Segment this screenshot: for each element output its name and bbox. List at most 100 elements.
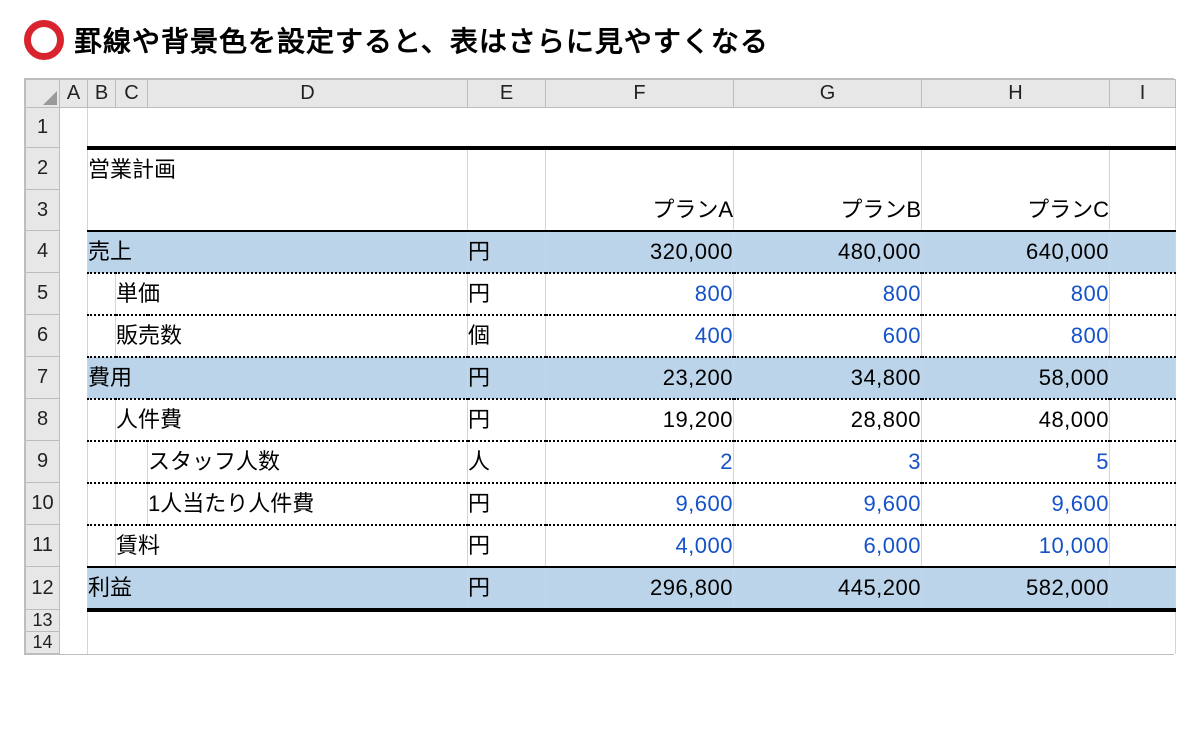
cell-A3[interactable] bbox=[60, 190, 88, 231]
cell-label-percap[interactable]: 1人当たり人件費 bbox=[148, 483, 468, 525]
cell-label-qty[interactable]: 販売数 bbox=[116, 315, 468, 357]
cell-title[interactable]: 営業計画 bbox=[88, 148, 468, 190]
cell-H12[interactable]: 582,000 bbox=[922, 567, 1110, 610]
select-all-corner[interactable] bbox=[26, 80, 60, 108]
cell-I2[interactable] bbox=[1110, 148, 1176, 190]
cell-plan-a[interactable]: プランA bbox=[546, 190, 734, 231]
cell-E2[interactable] bbox=[468, 148, 546, 190]
cell-plan-b[interactable]: プランB bbox=[734, 190, 922, 231]
cell-G7[interactable]: 34,800 bbox=[734, 357, 922, 399]
cell-A13[interactable] bbox=[60, 610, 88, 632]
cell-F11[interactable]: 4,000 bbox=[546, 525, 734, 567]
cell-H11[interactable]: 10,000 bbox=[922, 525, 1110, 567]
row-header-5[interactable]: 5 bbox=[26, 273, 60, 315]
cell-label-price[interactable]: 単価 bbox=[116, 273, 468, 315]
cell-G9[interactable]: 3 bbox=[734, 441, 922, 483]
cell-E3[interactable] bbox=[468, 190, 546, 231]
cell-A7[interactable] bbox=[60, 357, 88, 399]
cell-H8[interactable]: 48,000 bbox=[922, 399, 1110, 441]
row-header-13[interactable]: 13 bbox=[26, 610, 60, 632]
cell-F5[interactable]: 800 bbox=[546, 273, 734, 315]
cell-unit-profit[interactable]: 円 bbox=[468, 567, 546, 610]
cell-unit-staff[interactable]: 人 bbox=[468, 441, 546, 483]
cell-unit-qty[interactable]: 個 bbox=[468, 315, 546, 357]
cell-G11[interactable]: 6,000 bbox=[734, 525, 922, 567]
col-header-C[interactable]: C bbox=[116, 80, 148, 108]
cell-B5[interactable] bbox=[88, 273, 116, 315]
cell-A6[interactable] bbox=[60, 315, 88, 357]
row-header-6[interactable]: 6 bbox=[26, 315, 60, 357]
cell-G10[interactable]: 9,600 bbox=[734, 483, 922, 525]
cell-I5[interactable] bbox=[1110, 273, 1176, 315]
cell-unit-sales[interactable]: 円 bbox=[468, 231, 546, 273]
cell-F6[interactable]: 400 bbox=[546, 315, 734, 357]
row-header-14[interactable]: 14 bbox=[26, 632, 60, 654]
cell-A4[interactable] bbox=[60, 231, 88, 273]
cell-I3[interactable] bbox=[1110, 190, 1176, 231]
cell-G2[interactable] bbox=[734, 148, 922, 190]
row-header-4[interactable]: 4 bbox=[26, 231, 60, 273]
row-header-9[interactable]: 9 bbox=[26, 441, 60, 483]
cell-unit-labor[interactable]: 円 bbox=[468, 399, 546, 441]
cell-A12[interactable] bbox=[60, 567, 88, 610]
cell-unit-price[interactable]: 円 bbox=[468, 273, 546, 315]
col-header-A[interactable]: A bbox=[60, 80, 88, 108]
cell-F8[interactable]: 19,200 bbox=[546, 399, 734, 441]
cell-H6[interactable]: 800 bbox=[922, 315, 1110, 357]
cell-plan-c[interactable]: プランC bbox=[922, 190, 1110, 231]
cell-A1[interactable] bbox=[60, 108, 88, 148]
cell-A14[interactable] bbox=[60, 632, 88, 654]
cell-G4[interactable]: 480,000 bbox=[734, 231, 922, 273]
row-header-8[interactable]: 8 bbox=[26, 399, 60, 441]
col-header-I[interactable]: I bbox=[1110, 80, 1176, 108]
cell-B11[interactable] bbox=[88, 525, 116, 567]
cell-H10[interactable]: 9,600 bbox=[922, 483, 1110, 525]
col-header-D[interactable]: D bbox=[148, 80, 468, 108]
cell-H5[interactable]: 800 bbox=[922, 273, 1110, 315]
spreadsheet[interactable]: A B C D E F G H I 1 2 営業計画 bbox=[25, 79, 1176, 654]
row-header-10[interactable]: 10 bbox=[26, 483, 60, 525]
cell-BCD3[interactable] bbox=[88, 190, 468, 231]
cell-G6[interactable]: 600 bbox=[734, 315, 922, 357]
cell-G12[interactable]: 445,200 bbox=[734, 567, 922, 610]
cell-B13-I13[interactable] bbox=[88, 610, 1176, 632]
cell-label-sales[interactable]: 売上 bbox=[88, 231, 468, 273]
cell-I9[interactable] bbox=[1110, 441, 1176, 483]
col-header-B[interactable]: B bbox=[88, 80, 116, 108]
row-header-12[interactable]: 12 bbox=[26, 567, 60, 610]
cell-A10[interactable] bbox=[60, 483, 88, 525]
cell-A9[interactable] bbox=[60, 441, 88, 483]
row-header-7[interactable]: 7 bbox=[26, 357, 60, 399]
cell-unit-rent[interactable]: 円 bbox=[468, 525, 546, 567]
cell-A11[interactable] bbox=[60, 525, 88, 567]
cell-H9[interactable]: 5 bbox=[922, 441, 1110, 483]
cell-B10[interactable] bbox=[88, 483, 116, 525]
cell-unit-percap[interactable]: 円 bbox=[468, 483, 546, 525]
row-header-3[interactable]: 3 bbox=[26, 190, 60, 231]
cell-F4[interactable]: 320,000 bbox=[546, 231, 734, 273]
col-header-E[interactable]: E bbox=[468, 80, 546, 108]
cell-unit-cost[interactable]: 円 bbox=[468, 357, 546, 399]
cell-label-labor[interactable]: 人件費 bbox=[116, 399, 468, 441]
cell-F12[interactable]: 296,800 bbox=[546, 567, 734, 610]
cell-G5[interactable]: 800 bbox=[734, 273, 922, 315]
cell-I8[interactable] bbox=[1110, 399, 1176, 441]
col-header-F[interactable]: F bbox=[546, 80, 734, 108]
cell-I7[interactable] bbox=[1110, 357, 1176, 399]
row-header-11[interactable]: 11 bbox=[26, 525, 60, 567]
cell-B8[interactable] bbox=[88, 399, 116, 441]
cell-label-profit[interactable]: 利益 bbox=[88, 567, 468, 610]
cell-A2[interactable] bbox=[60, 148, 88, 190]
cell-B14-I14[interactable] bbox=[88, 632, 1176, 654]
cell-label-cost[interactable]: 費用 bbox=[88, 357, 468, 399]
cell-C9[interactable] bbox=[116, 441, 148, 483]
cell-I4[interactable] bbox=[1110, 231, 1176, 273]
cell-F9[interactable]: 2 bbox=[546, 441, 734, 483]
cell-A8[interactable] bbox=[60, 399, 88, 441]
col-header-G[interactable]: G bbox=[734, 80, 922, 108]
cell-I10[interactable] bbox=[1110, 483, 1176, 525]
cell-I12[interactable] bbox=[1110, 567, 1176, 610]
row-header-2[interactable]: 2 bbox=[26, 148, 60, 190]
cell-A5[interactable] bbox=[60, 273, 88, 315]
cell-F2[interactable] bbox=[546, 148, 734, 190]
